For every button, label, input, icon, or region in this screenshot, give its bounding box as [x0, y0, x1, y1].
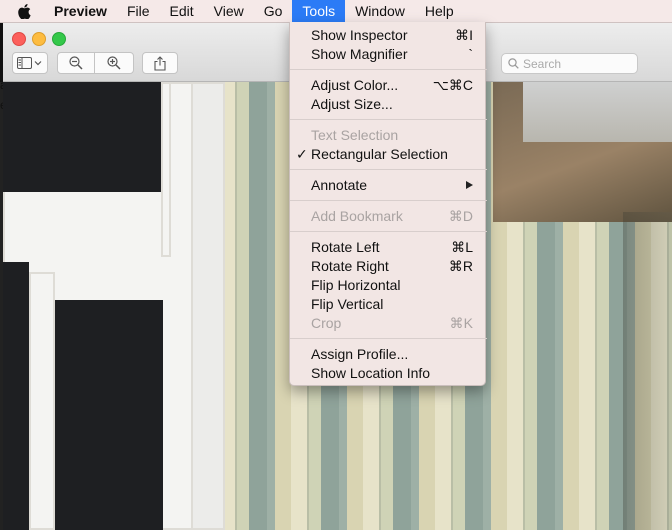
menu-separator [290, 69, 487, 70]
minimize-button[interactable] [32, 32, 46, 46]
menu-tools[interactable]: Tools [292, 0, 346, 22]
search-icon [508, 58, 519, 69]
menu-edit[interactable]: Edit [160, 0, 204, 22]
sidebar-toggle-button[interactable] [12, 52, 48, 74]
zoom-in-button[interactable] [94, 52, 134, 74]
menu-item-rotate-left[interactable]: Rotate Left ⌘L [290, 238, 487, 257]
menu-item-adjust-size[interactable]: Adjust Size... [290, 95, 487, 114]
menu-item-flip-vertical[interactable]: Flip Vertical [290, 295, 487, 314]
zoom-in-icon [107, 56, 121, 70]
zoom-out-button[interactable] [57, 52, 95, 74]
menu-item-assign-profile[interactable]: Assign Profile... [290, 345, 487, 364]
sidebar-icon [17, 57, 42, 69]
submenu-arrow-icon [466, 181, 473, 189]
share-icon [154, 55, 166, 71]
photo-window-glass-bottom [55, 300, 163, 530]
menu-separator [290, 169, 487, 170]
menu-file[interactable]: File [117, 0, 160, 22]
photo-window-jamb [191, 82, 225, 530]
menu-bar: Preview File Edit View Go Tools Window H… [0, 0, 672, 23]
menu-item-adjust-color[interactable]: Adjust Color... ⌥⌘C [290, 76, 487, 95]
menu-item-add-bookmark: Add Bookmark ⌘D [311, 208, 473, 224]
menu-item-show-magnifier[interactable]: Show Magnifier ` [290, 45, 487, 64]
photo-window-glass-top [3, 82, 161, 192]
search-field[interactable]: Search [501, 53, 638, 74]
zoom-button[interactable] [52, 32, 66, 46]
menu-window[interactable]: Window [345, 0, 415, 22]
menu-item-show-location-info[interactable]: Show Location Info [290, 364, 487, 383]
menu-separator [290, 119, 487, 120]
menu-separator [290, 338, 487, 339]
menu-view[interactable]: View [204, 0, 254, 22]
menu-go[interactable]: Go [254, 0, 293, 22]
menu-item-rotate-right[interactable]: Rotate Right ⌘R [290, 257, 487, 276]
menu-item-annotate[interactable]: Annotate [290, 176, 487, 195]
menu-item-flip-horizontal[interactable]: Flip Horizontal [290, 276, 487, 295]
photo-window-post [29, 272, 55, 530]
photo-ceiling-panel [523, 82, 672, 142]
menu-item-crop: Crop ⌘K [311, 315, 473, 331]
menu-separator [290, 231, 487, 232]
menu-item-text-selection: Text Selection [311, 127, 399, 143]
checkmark-icon: ✓ [296, 146, 308, 162]
menu-app-name[interactable]: Preview [44, 0, 117, 22]
apple-menu-icon[interactable] [14, 3, 34, 19]
photo-window-glass-left [3, 262, 29, 530]
photo-wall-corner [623, 212, 672, 530]
menu-help[interactable]: Help [415, 0, 464, 22]
close-button[interactable] [12, 32, 26, 46]
zoom-out-icon [69, 56, 83, 70]
tools-menu: Show Inspector ⌘I Show Magnifier ` Adjus… [289, 22, 487, 386]
share-button[interactable] [142, 52, 178, 74]
menu-item-show-inspector[interactable]: Show Inspector ⌘I [290, 26, 487, 45]
menu-item-rectangular-selection[interactable]: ✓ Rectangular Selection [290, 145, 487, 164]
menu-separator [290, 200, 487, 201]
search-placeholder: Search [523, 56, 562, 71]
photo-window-mullion [161, 82, 171, 257]
